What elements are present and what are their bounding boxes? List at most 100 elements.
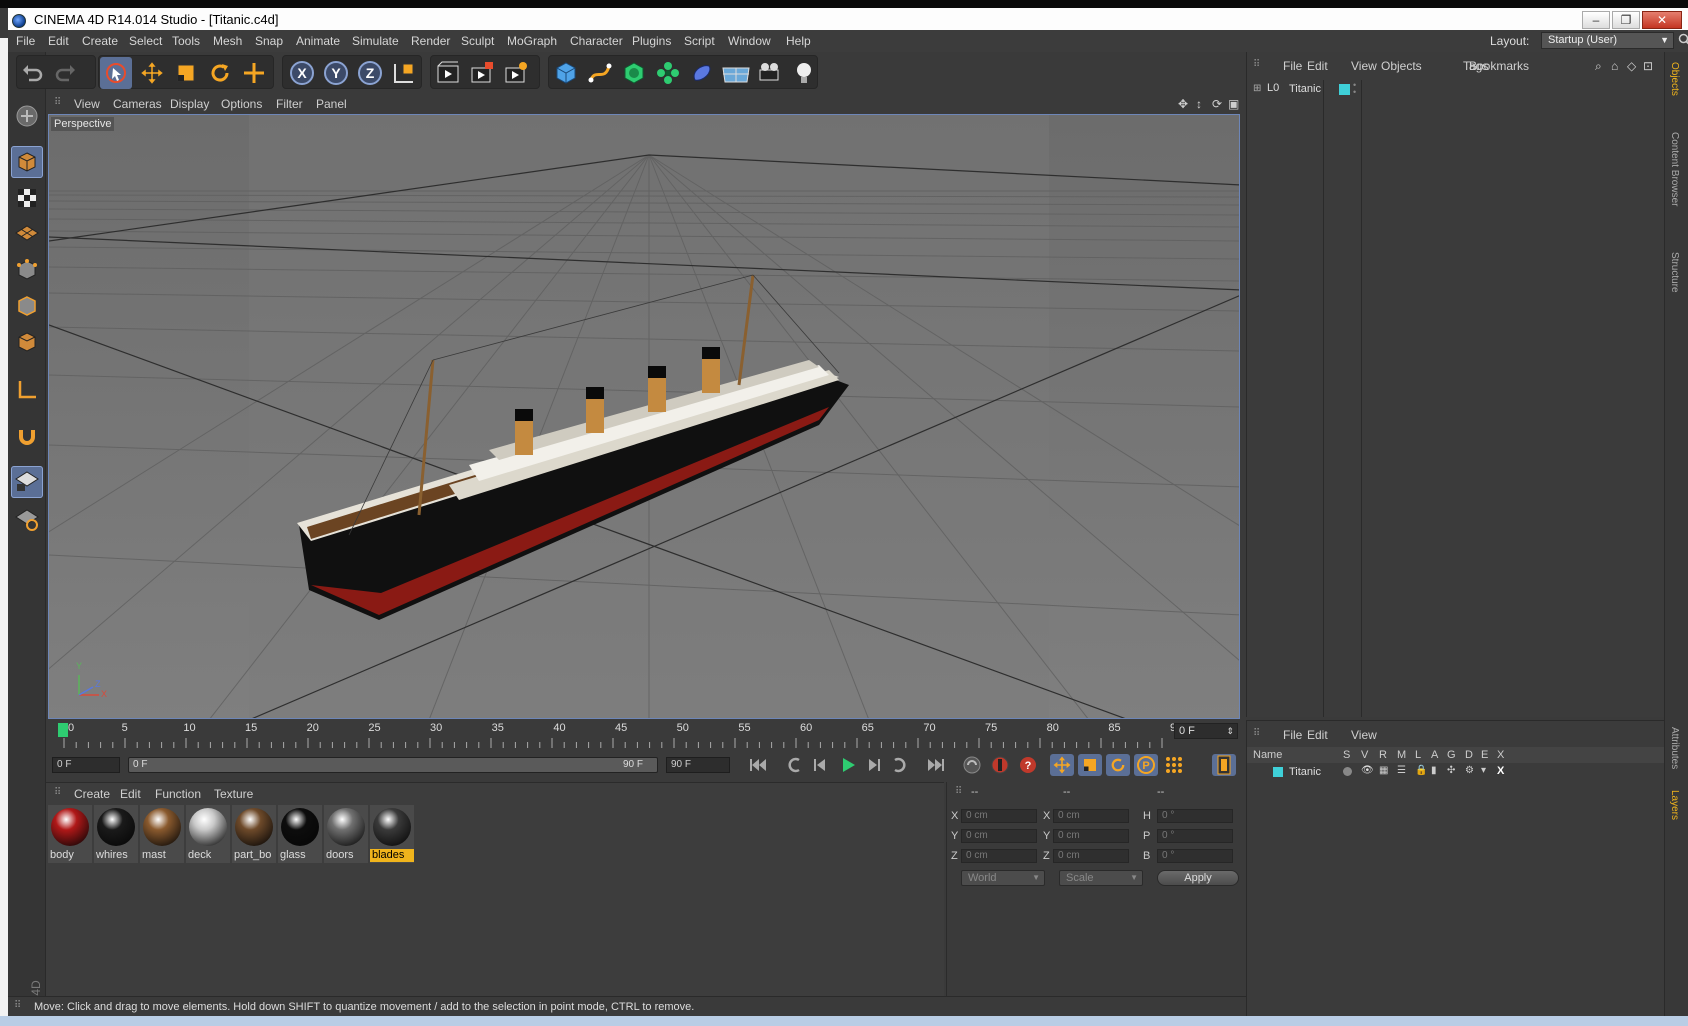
coordinate-space-dropdown[interactable]: World ▼ [961,870,1045,886]
material-menu-edit[interactable]: Edit [120,787,141,801]
menu-help[interactable]: Help [786,34,811,48]
expressions-toggle-icon[interactable]: ▾ [1481,765,1486,776]
rot-h-field[interactable]: 0 ° [1157,809,1233,823]
material-menu-texture[interactable]: Texture [214,787,253,801]
apply-button[interactable]: Apply [1157,870,1239,886]
lock-toggle-icon[interactable]: 🔒 [1415,765,1427,776]
playhead-marker[interactable] [58,723,68,737]
object-menu-objects[interactable]: Objects [1381,59,1422,73]
key-parameter-icon[interactable]: P [1134,754,1158,776]
key-rotation-icon[interactable] [1106,754,1130,776]
menu-select[interactable]: Select [129,34,162,48]
preview-range-slider[interactable]: 0 F 90 F [128,757,658,773]
minimize-button[interactable]: – [1582,11,1610,29]
viewport-menu-filter[interactable]: Filter [276,97,303,111]
points-mode-icon[interactable] [11,254,43,286]
go-to-previous-frame-icon[interactable] [808,754,832,776]
menu-render[interactable]: Render [411,34,450,48]
menu-character[interactable]: Character [570,34,623,48]
material-swatch[interactable]: doors [324,805,368,863]
pos-z-field[interactable]: 0 cm [961,849,1037,863]
deformer-icon[interactable] [686,57,718,89]
rot-p-field[interactable]: 0 ° [1157,829,1233,843]
layer-column-g[interactable]: G [1447,749,1456,761]
size-mode-dropdown[interactable]: Scale ▼ [1059,870,1143,886]
layer-menu-edit[interactable]: Edit [1307,728,1328,742]
scale-tool-icon[interactable] [170,57,202,89]
pos-y-field[interactable]: 0 cm [961,829,1037,843]
viewport-menu-view[interactable]: View [74,97,100,111]
rot-b-field[interactable]: 0 ° [1157,849,1233,863]
tab-objects[interactable]: Objects [1669,62,1680,96]
layer-column-a[interactable]: A [1431,749,1438,761]
object-row-titanic[interactable]: ⊞ L0 Titanic • • [1253,81,1653,98]
layer-menu-file[interactable]: File [1283,728,1302,742]
rotate-tool-icon[interactable] [204,57,236,89]
subdivision-surface-icon[interactable] [618,57,650,89]
orbit-view-icon[interactable]: ⟳ [1212,97,1222,111]
object-menu-view[interactable]: View [1351,59,1377,73]
layer-column-m[interactable]: M [1397,749,1406,761]
menu-edit[interactable]: Edit [48,34,69,48]
expand-icon[interactable]: ⊞ [1253,83,1261,94]
spline-pen-icon[interactable] [584,57,616,89]
recent-tool-icon[interactable] [238,57,270,89]
home-icon[interactable]: ⌂ [1611,59,1618,73]
render-picture-viewer-icon[interactable] [466,57,498,89]
perspective-viewport[interactable]: Perspective Y X Z [48,114,1240,719]
layer-menu-view[interactable]: View [1351,728,1377,742]
layout-dropdown[interactable]: Startup (User) ▼ [1541,32,1674,49]
move-tool-icon[interactable] [136,57,168,89]
menu-sculpt[interactable]: Sculpt [461,34,494,48]
texture-mode-icon[interactable] [11,182,43,214]
motion-record-icon[interactable] [960,754,984,776]
layer-row-titanic[interactable]: Titanic 👁 ▦ ☰ 🔒 ▮ ✣ ⚙ ▾ X [1253,765,1653,781]
menu-mesh[interactable]: Mesh [213,34,242,48]
menu-plugins[interactable]: Plugins [632,34,671,48]
go-to-start-icon[interactable] [746,754,770,776]
layer-column-name[interactable]: Name [1253,749,1282,761]
cloner-icon[interactable] [652,57,684,89]
layer-color-swatch[interactable] [1273,767,1283,777]
menu-tools[interactable]: Tools [172,34,200,48]
record-active-objects-icon[interactable] [988,754,1012,776]
deformers-toggle-icon[interactable]: ⚙ [1465,765,1474,776]
size-y-field[interactable]: 0 cm [1053,829,1129,843]
layer-column-e[interactable]: E [1481,749,1488,761]
timeline-layout-icon[interactable] [1212,754,1236,776]
layer-column-v[interactable]: V [1361,749,1368,761]
key-scale-icon[interactable] [1078,754,1102,776]
axis-mode-icon[interactable] [11,374,43,406]
render-view-icon[interactable] [432,57,464,89]
tweak-magnet-icon[interactable] [11,420,43,452]
menu-create[interactable]: Create [82,34,118,48]
layer-color-tag[interactable] [1339,84,1350,95]
layer-column-x[interactable]: X [1497,749,1504,761]
current-frame-field[interactable]: 0 F ⇕ [1174,723,1238,739]
end-frame-field[interactable]: 90 F [666,757,730,773]
viewport-menu-cameras[interactable]: Cameras [113,97,162,111]
start-frame-field[interactable]: 0 F [52,757,120,773]
object-menu-edit[interactable]: Edit [1307,59,1328,73]
xrefs-toggle-icon[interactable]: X [1497,765,1504,777]
menu-script[interactable]: Script [684,34,715,48]
layer-column-s[interactable]: S [1343,749,1350,761]
layer-column-d[interactable]: D [1465,749,1473,761]
go-to-next-key-icon[interactable] [888,754,912,776]
model-mode-icon[interactable] [11,146,43,178]
coordinate-system-icon[interactable] [388,57,420,89]
manager-toggle-icon[interactable]: ☰ [1397,765,1406,776]
lock-workplane-icon[interactable] [11,466,43,498]
new-view-icon[interactable]: ⊡ [1643,59,1653,73]
object-menu-file[interactable]: File [1283,59,1302,73]
floor-object-icon[interactable] [720,57,752,89]
undo-icon[interactable] [16,57,48,89]
material-swatch[interactable]: blades [370,805,414,863]
camera-object-icon[interactable] [754,57,786,89]
tab-structure[interactable]: Structure [1669,252,1680,293]
cube-object-icon[interactable] [550,57,582,89]
key-position-icon[interactable] [1050,754,1074,776]
go-to-end-icon[interactable] [924,754,948,776]
menu-mograph[interactable]: MoGraph [507,34,557,48]
close-button[interactable]: ✕ [1642,11,1682,29]
